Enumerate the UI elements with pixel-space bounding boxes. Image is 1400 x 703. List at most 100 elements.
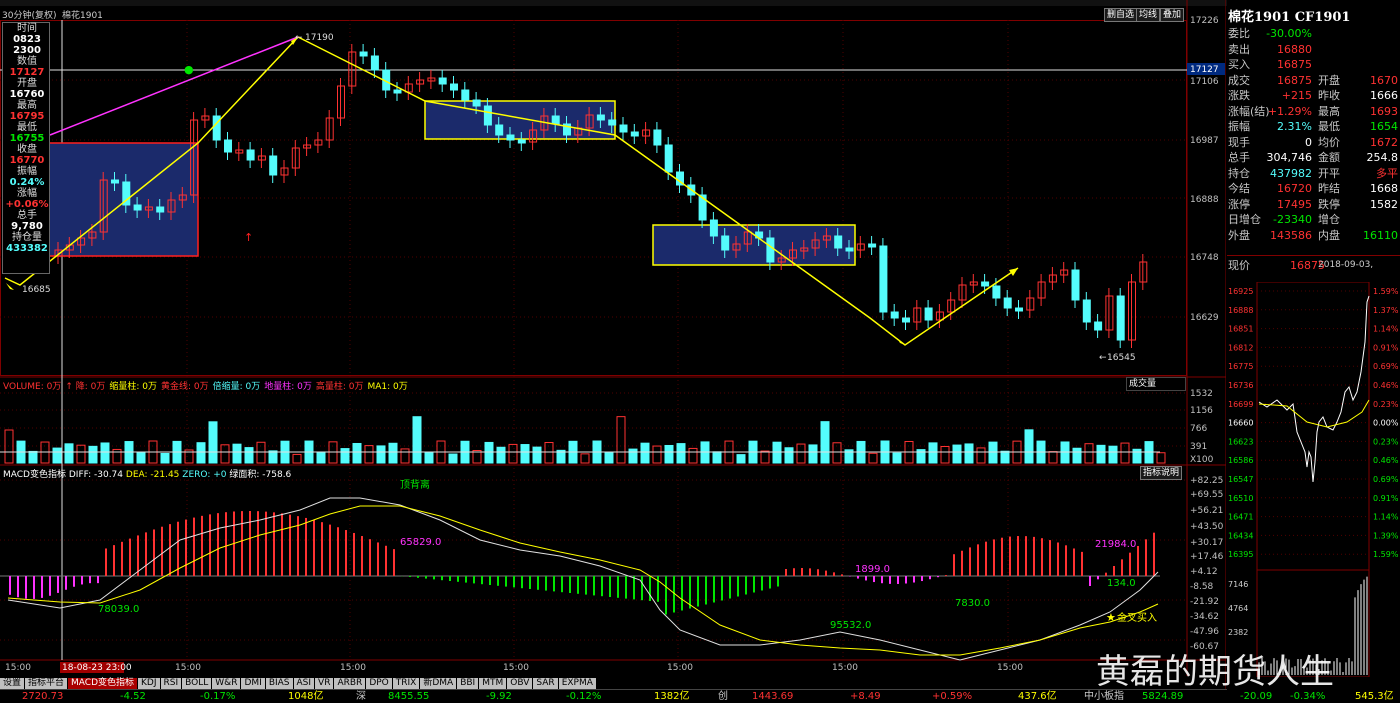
tab-15[interactable]: BBI (457, 678, 479, 689)
info-value: 16760 (9, 89, 45, 100)
mini-price-tick: 16699 (1228, 400, 1253, 409)
volume-bar (784, 447, 794, 464)
svg-text:15:00: 15:00 (667, 663, 693, 673)
candle-body (246, 149, 255, 161)
volume-bar (676, 443, 686, 464)
volume-bar (1156, 452, 1166, 464)
quote-label: 卖出 (1228, 42, 1250, 56)
volume-bar (712, 451, 722, 464)
info-label: 振幅 (17, 166, 37, 177)
volume-bar (628, 448, 638, 464)
tab-5[interactable]: BOLL (182, 678, 212, 689)
info-label: 总手 (17, 210, 37, 221)
tab-11[interactable]: ARBR (334, 678, 366, 689)
volume-bar (616, 416, 626, 464)
intraday-mini-chart[interactable]: 16925 1.59% 16888 1.37% 16851 1.14% 16812 0.91%… (1227, 282, 1400, 677)
tab-6[interactable]: W&R (212, 678, 241, 689)
candle-body (845, 247, 854, 252)
low-left-annotation: 16685 (22, 285, 51, 295)
mini-pct-tick: 0.46% (1373, 456, 1399, 465)
candle-body (111, 179, 119, 184)
tab-12[interactable]: DPO (366, 678, 392, 689)
volume-bar (232, 443, 242, 464)
tab-3[interactable]: KDJ (138, 678, 160, 689)
volume-bar (208, 421, 218, 464)
remove-watchlist-button[interactable]: 删自选 (1104, 8, 1138, 22)
volume-bar (976, 447, 986, 464)
tab-8[interactable]: BIAS (265, 678, 293, 689)
volume-bar (40, 441, 50, 464)
quote-label: 涨跌 (1228, 89, 1250, 102)
tab-16[interactable]: MTM (479, 678, 507, 689)
mini-pct-tick: 1.37% (1373, 306, 1399, 315)
info-label: 数值 (17, 56, 37, 67)
tab-0[interactable]: 设置 (0, 678, 25, 689)
low-right-annotation: 16545 (1107, 353, 1136, 363)
candle-body (224, 139, 232, 153)
svg-text:17106: 17106 (1190, 77, 1219, 87)
tab-14[interactable]: 新DMA (420, 678, 457, 689)
volume-legend-item: 高量柱: 0万 (315, 382, 364, 392)
quote-value: 1693 (1370, 104, 1398, 118)
svg-text:-47.96: -47.96 (1190, 627, 1219, 637)
tab-9[interactable]: ASI (293, 678, 315, 689)
quote-label: 跌停 (1318, 197, 1340, 211)
mini-pct-tick: 1.14% (1373, 513, 1399, 522)
candle-body (133, 204, 142, 211)
mini-price-tick: 16775 (1228, 362, 1253, 371)
quote-label: 总手 (1228, 151, 1250, 164)
magenta-trend-line (49, 36, 299, 136)
overlay-button[interactable]: 叠加 (1160, 8, 1185, 22)
mini-price-tick: 16510 (1228, 494, 1253, 503)
svg-text:391: 391 (1190, 442, 1207, 452)
volume-bar (1000, 450, 1010, 464)
volume-bar (796, 443, 806, 464)
candlestick-series (54, 44, 1148, 348)
tab-18[interactable]: SAR (533, 678, 558, 689)
mini-vol-tick: 2382 (1228, 628, 1248, 637)
quote-label: 开盘 (1318, 73, 1340, 87)
tab-13[interactable]: TRIX (392, 678, 420, 689)
tab-19[interactable]: EXPMA (558, 678, 596, 689)
macd-label-3: 21984.0 (1095, 539, 1136, 550)
svg-text:15:00: 15:00 (997, 663, 1023, 673)
svg-text:←: ← (1099, 353, 1107, 363)
mini-price-tick: 16547 (1228, 475, 1253, 484)
ma-button[interactable]: 均线 (1136, 8, 1161, 22)
info-label: 收盘 (17, 144, 37, 155)
chart-area[interactable]: ● ↑ 17190 16685 16545 ← ← 17226 17106 16… (0, 0, 1226, 690)
tab-7[interactable]: DMI (241, 678, 265, 689)
cursor-info-box: 时间 0823 2300 数值 17127 开盘 16760 最高 16795 最低 16755 收盘… (2, 22, 50, 274)
volume-legend-item: 地量柱: 0万 (264, 382, 312, 392)
quote-value: +1.29% (1267, 104, 1312, 118)
volume-bar (424, 451, 434, 464)
volume-type-dropdown[interactable]: 成交量 (1126, 377, 1186, 391)
quote-label: 现手 (1228, 135, 1250, 149)
volume-bar (64, 443, 74, 464)
quote-value: 1654 (1370, 120, 1398, 133)
tab-2[interactable]: MACD变色指标 (68, 678, 138, 689)
svg-text:+30.17: +30.17 (1190, 538, 1223, 548)
svg-text:●: ● (184, 63, 194, 76)
indicator-help-button[interactable]: 指标说明 (1140, 466, 1183, 480)
volume-bar (388, 442, 398, 464)
info-value: 17127 (9, 67, 45, 78)
tab-4[interactable]: RSI (160, 678, 182, 689)
volume-bar (664, 444, 674, 464)
quote-row: 涨停 17495 跌停 1582 (1226, 197, 1400, 212)
candle-body (438, 77, 447, 85)
tab-1[interactable]: 指标平台 (25, 678, 68, 689)
volume-bar (508, 443, 518, 464)
svg-text:16987: 16987 (1190, 136, 1219, 146)
mini-pct-tick: 0.00% (1373, 419, 1399, 428)
volume-bar (1096, 444, 1106, 464)
macd-axis: +82.25 +69.55 +56.21 +43.50 +30.17 +17.4… (1190, 476, 1224, 652)
tab-17[interactable]: OBV (507, 678, 533, 689)
quote-value: 254.8 (1366, 151, 1399, 164)
candle-body (370, 55, 379, 71)
volume-bar (688, 447, 698, 464)
tab-10[interactable]: VR (315, 678, 334, 689)
mini-vol-tick: 4764 (1228, 604, 1248, 613)
candle-body (506, 134, 515, 141)
quote-label: 涨幅(结) (1228, 104, 1270, 118)
